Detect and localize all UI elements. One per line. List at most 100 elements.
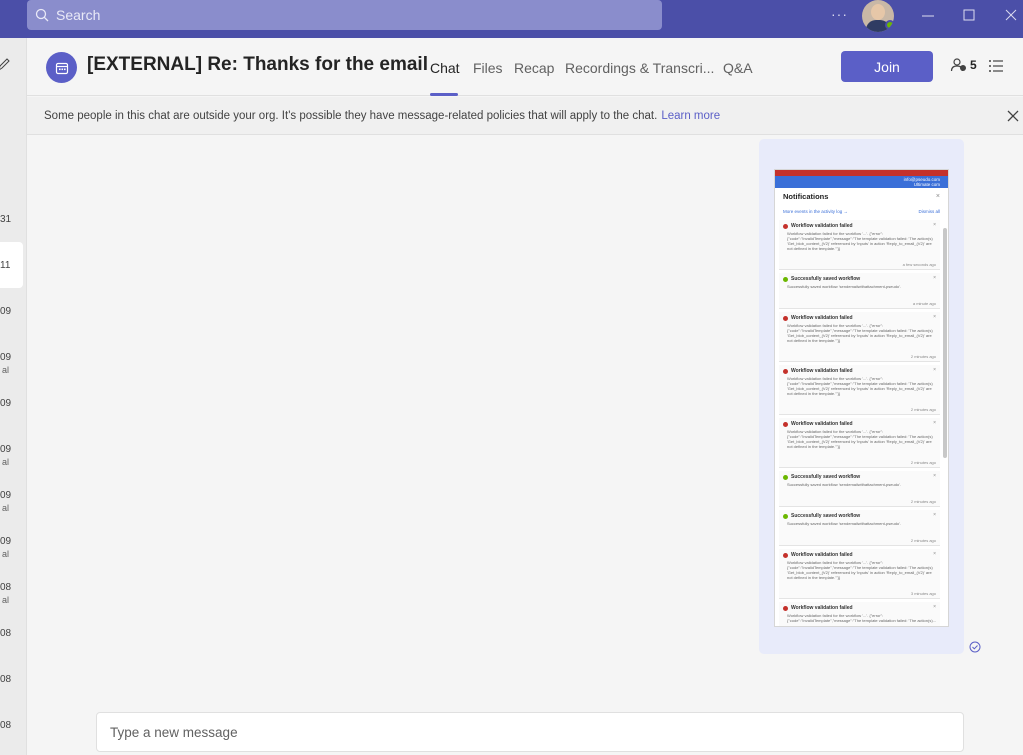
notification-card: Workflow validation failed Workflow valid… (779, 549, 940, 599)
chat-list-item[interactable]: 09 (0, 398, 27, 410)
notification-card: Successfully saved workflow Successfully … (779, 471, 940, 507)
chat-list-item[interactable]: 31 (0, 214, 27, 226)
success-icon (783, 513, 788, 519)
notification-card: Workflow validation failed Workflow valid… (779, 602, 940, 626)
dismiss-icon: × (933, 314, 936, 320)
search-icon (35, 8, 49, 22)
notification-card: Successfully saved workflow Successfully … (779, 273, 940, 309)
notification-title: Workflow validation failed (791, 315, 853, 321)
composer-placeholder: Type a new message (110, 724, 238, 740)
chat-message-area: info@pseudo.com Ultimate com Notification… (27, 136, 1023, 755)
chat-list-item[interactable]: 08 (0, 628, 27, 640)
message-bubble[interactable]: info@pseudo.com Ultimate com Notification… (759, 139, 964, 654)
more-options-icon[interactable]: ··· (831, 6, 848, 22)
meeting-calendar-icon (46, 52, 77, 83)
search-box[interactable]: Search (27, 0, 662, 30)
dismiss-icon: × (933, 604, 936, 610)
notification-card: Successfully saved workflow Successfully … (779, 510, 940, 546)
tab-files[interactable]: Files (473, 60, 503, 76)
notification-title: Workflow validation failed (791, 421, 853, 427)
chat-list-item-time: 09 (0, 398, 12, 409)
active-tab-indicator (430, 93, 458, 96)
notification-body: Successfully saved workflow 'sendemailwi… (787, 521, 902, 526)
compose-icon[interactable] (0, 58, 10, 72)
notification-body: Successfully saved workflow 'sendemailwi… (787, 482, 902, 487)
learn-more-link[interactable]: Learn more (661, 110, 720, 122)
notification-time: 2 minutes ago (910, 354, 936, 359)
chat-list-item-preview: al (1, 503, 9, 513)
presence-available-icon (885, 20, 894, 30)
minimize-icon[interactable] (920, 6, 936, 24)
chat-list-item[interactable]: 08 (0, 720, 27, 732)
avatar[interactable] (862, 0, 894, 32)
dismiss-icon: × (933, 473, 936, 479)
dismiss-icon: × (933, 275, 936, 281)
chat-list-panel: 31 11 09 09 al 09 09 al 09 al 09 al 08 al 08 08 08 (0, 38, 27, 755)
notification-body: Workflow validation failed for the workf… (787, 560, 933, 580)
notification-title: Successfully saved workflow (791, 276, 861, 282)
notification-body: Workflow validation failed for the workf… (787, 323, 933, 343)
screenshot-attachment[interactable]: info@pseudo.com Ultimate com Notification… (774, 169, 949, 627)
notification-body: Workflow validation failed for the workf… (787, 613, 936, 623)
notification-body: Workflow validation failed for the workf… (787, 231, 933, 251)
notification-title: Successfully saved workflow (791, 513, 861, 519)
dismiss-icon: × (933, 512, 936, 518)
message-seen-icon (969, 641, 981, 653)
chat-list-item[interactable]: 09 (0, 306, 27, 318)
chat-list-item[interactable]: 08 (0, 674, 27, 686)
notification-time: a few seconds ago (902, 262, 936, 267)
chat-list-item-time: 08 (0, 674, 12, 685)
banner-text: Some people in this chat are outside you… (44, 109, 658, 122)
success-icon (783, 276, 788, 282)
chat-list-item-time: 08 (0, 720, 12, 731)
chat-list-item[interactable]: 08 al (0, 582, 27, 606)
screenshot-scrollbar (943, 228, 947, 458)
chat-list-item-preview: al (1, 457, 9, 467)
success-icon (783, 474, 788, 480)
chat-list-item-time: 11 (0, 260, 11, 271)
notification-time: 3 minutes ago (910, 591, 936, 596)
chat-list-item-time: 09 (0, 306, 12, 317)
chat-header: [EXTERNAL] Re: Thanks for the email Chat… (27, 38, 1023, 96)
chat-list-item-time: 09 (0, 536, 12, 547)
chat-list-item-preview: al (1, 365, 9, 375)
dismiss-icon: × (933, 551, 936, 557)
chat-title: [EXTERNAL] Re: Thanks for the email (87, 54, 428, 75)
chat-list-item-time: 09 (0, 444, 12, 455)
tab-chat[interactable]: Chat (430, 60, 460, 76)
chat-list-item[interactable]: 09 al (0, 536, 27, 560)
notification-card: Workflow validation failed Workflow valid… (779, 312, 940, 362)
participants-button[interactable]: 5 (950, 57, 977, 73)
notification-time: 2 minutes ago (910, 407, 936, 412)
notification-time: 2 minutes ago (910, 460, 936, 465)
tab-qa[interactable]: Q&A (723, 60, 753, 76)
close-window-icon[interactable] (1003, 6, 1019, 24)
notification-card: Workflow validation failed Workflow valid… (779, 365, 940, 415)
chat-list-item-time: 09 (0, 490, 12, 501)
dismiss-icon: × (933, 367, 936, 373)
participant-count: 5 (970, 58, 977, 72)
notifications-title: Notifications (783, 192, 829, 201)
join-button[interactable]: Join (841, 51, 933, 82)
error-icon (783, 223, 788, 229)
tab-recap[interactable]: Recap (514, 60, 554, 76)
maximize-icon[interactable] (961, 6, 977, 24)
chat-list-item[interactable]: 11 (0, 260, 27, 272)
external-people-banner: Some people in this chat are outside you… (27, 97, 1023, 135)
error-icon (783, 315, 788, 321)
chat-list-item[interactable]: 09 al (0, 490, 27, 514)
notification-body: Workflow validation failed for the workf… (787, 376, 933, 396)
message-composer[interactable]: Type a new message (96, 712, 964, 752)
tab-recordings-transcripts[interactable]: Recordings & Transcri... (565, 60, 714, 76)
title-bar: Search ··· (0, 0, 1023, 38)
notification-title: Workflow validation failed (791, 223, 853, 229)
chat-list-item[interactable]: 09 al (0, 444, 27, 468)
chat-details-list-icon[interactable] (988, 59, 1004, 73)
chat-list-item-time: 31 (0, 214, 12, 225)
chat-list-item[interactable]: 09 al (0, 352, 27, 376)
error-icon (783, 421, 788, 427)
notification-body: Successfully saved workflow 'sendemailwi… (787, 284, 902, 289)
close-icon[interactable] (1005, 108, 1021, 124)
error-icon (783, 368, 788, 374)
chat-list-item-time: 08 (0, 582, 12, 593)
